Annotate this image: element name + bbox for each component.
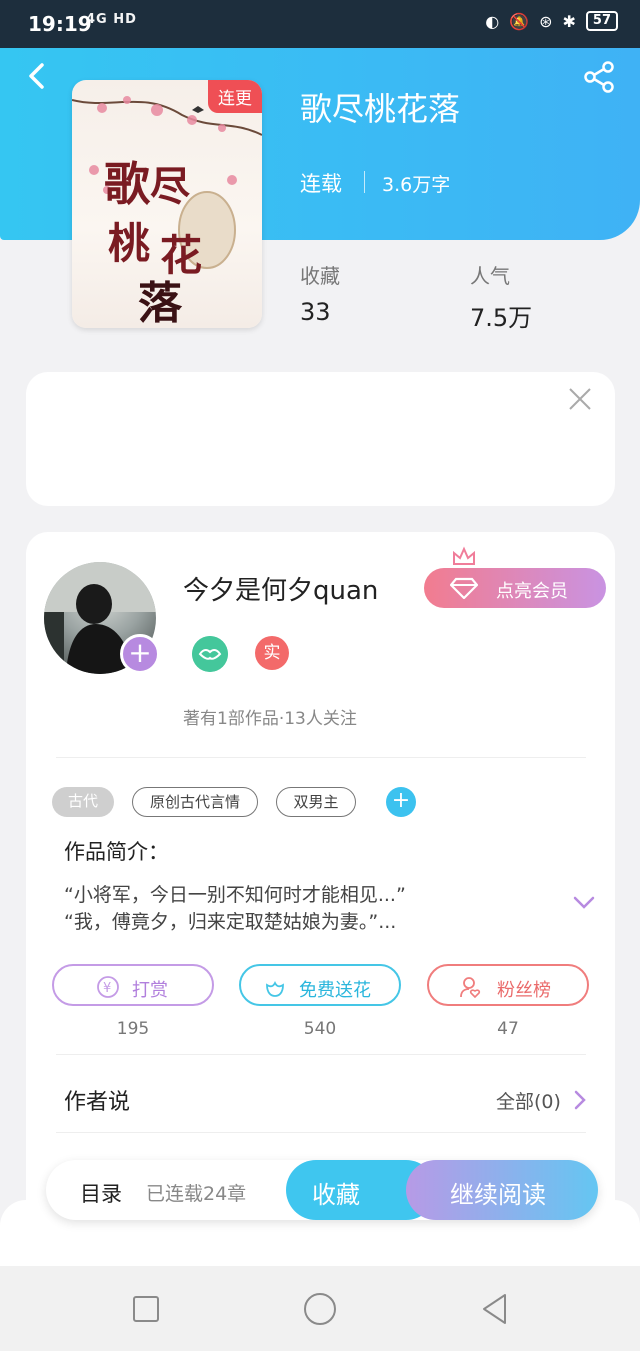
chevron-down-icon[interactable] [571,894,597,912]
share-icon[interactable] [582,60,616,94]
bluetooth-icon: ✱ [562,11,576,31]
status-bar: 19:19 4G HD ◐ 🔕 ⊛ ✱ 57 [0,0,640,48]
svg-text:歌: 歌 [104,157,151,211]
status-icons: ◐ 🔕 ⊛ ✱ 57 [485,11,618,31]
follow-add-button[interactable]: + [120,634,160,674]
tag-ancient[interactable]: 古代 [52,787,114,817]
svg-text:¥: ¥ [103,981,111,996]
fans-rank-label: 粉丝榜 [497,980,551,1001]
divider [364,171,365,193]
intro-title: 作品简介： [64,840,169,864]
book-cover[interactable]: 歌 尽 桃 花 落 连更 [72,80,262,328]
author-says-all-link[interactable]: 全部(0) [496,1087,561,1114]
fans-rank-button[interactable]: 粉丝榜 [427,964,589,1006]
divider [56,1132,586,1133]
intro-line-1: “小将军，今日一别不知何时才能相见...” [64,884,406,906]
author-name[interactable]: 今夕是何夕quan [183,570,378,607]
word-count: 3.6万字 [382,174,451,196]
collect-label: 收藏 [312,1181,360,1209]
status-time: 19:19 [28,12,92,36]
tag-double-male[interactable]: 双男主 [276,787,356,817]
svg-text:落: 落 [138,278,183,328]
back-nav-icon[interactable] [480,1292,510,1326]
home-icon[interactable] [304,1293,336,1325]
chevron-right-icon[interactable] [573,1089,587,1111]
send-flower-button[interactable]: 免费送花 [239,964,401,1006]
verified-badge[interactable]: 实 [255,636,289,670]
vip-button[interactable]: 点亮会员 [424,568,606,608]
add-tag-button[interactable]: + [386,787,416,817]
author-card: + 今夕是何夕quan 点亮会员 实 著有1部作品·13人关注 古代 原创古代言… [26,532,615,1232]
divider [56,757,586,758]
collect-stat-label: 收藏 [300,264,340,288]
book-status: 连载 [300,172,342,196]
divider [56,1054,586,1055]
send-flower-label: 免费送花 [299,980,371,1001]
serial-tag: 连更 [208,80,262,113]
chapter-count[interactable]: 已连载24章 [146,1179,246,1206]
continue-reading-button[interactable]: 继续阅读 [406,1160,598,1220]
vip-label: 点亮会员 [496,581,568,602]
handshake-badge-icon[interactable] [192,636,228,672]
back-icon[interactable] [22,60,54,92]
svg-text:尽: 尽 [150,163,190,210]
ad-card [26,372,615,506]
author-says-title: 作者说 [64,1090,131,1115]
svg-text:花: 花 [160,231,202,280]
recent-apps-icon[interactable] [133,1296,159,1322]
reward-count: 195 [116,1019,150,1039]
diamond-icon [450,577,478,599]
collect-stat-value: 33 [300,298,331,326]
toc-button[interactable]: 目录 [80,1178,122,1208]
intro-line-2: “我，傅竟夕，归来定取楚姑娘为妻。”... [64,911,397,933]
system-nav-bar [0,1266,640,1351]
author-meta: 著有1部作品·13人关注 [183,709,357,729]
svg-text:桃: 桃 [108,219,150,268]
tag-original-romance[interactable]: 原创古代言情 [132,787,258,817]
crown-icon [453,546,475,565]
flower-icon [266,980,284,997]
network-indicator: 4G HD [86,12,137,27]
popularity-stat-value: 7.5万 [470,304,533,332]
flower-count: 540 [303,1019,337,1039]
continue-reading-label: 继续阅读 [450,1181,546,1209]
lock-rotation-icon: ⊛ [539,11,553,31]
battery-icon: 57 [585,11,618,31]
reward-button[interactable]: ¥ 打赏 [52,964,214,1006]
bottom-action-bar: 目录 已连载24章 收藏 继续阅读 [46,1160,598,1220]
mute-icon: 🔕 [509,11,530,31]
close-icon[interactable] [567,386,593,412]
fans-count: 47 [497,1019,519,1039]
popularity-stat-label: 人气 [470,264,510,288]
cover-artwork: 歌 尽 桃 花 落 [72,96,262,328]
book-title: 歌尽桃花落 [300,90,461,128]
user-heart-icon [460,977,481,999]
data-saver-icon: ◐ [485,11,500,31]
coin-icon: ¥ [97,976,119,998]
reward-label: 打赏 [132,980,168,1001]
